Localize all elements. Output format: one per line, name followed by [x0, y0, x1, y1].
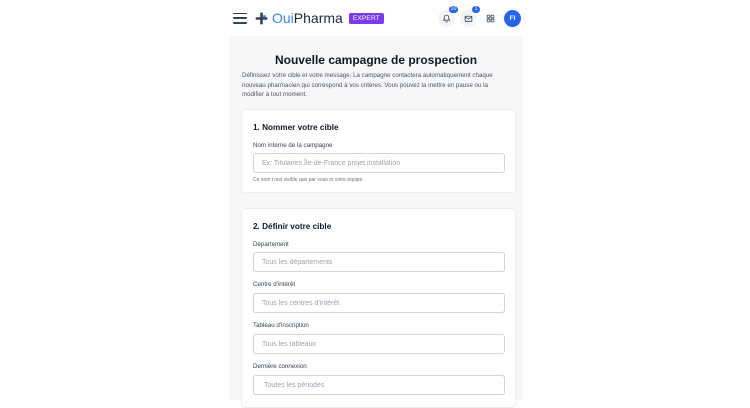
brand-name: OuiPharma — [272, 10, 343, 26]
departement-label: Département — [253, 241, 289, 248]
apps-button[interactable] — [482, 10, 499, 27]
departement-select[interactable]: Tous les départements — [253, 252, 505, 272]
messages-count: 1 — [472, 5, 480, 13]
page-description: Définissez votre cible et votre message.… — [242, 72, 493, 98]
section2-heading: 2. Définir votre cible — [253, 222, 332, 231]
menu-icon[interactable] — [233, 12, 247, 24]
campaign-name-input[interactable]: Ex: Titulaires Île-de-France projet inst… — [253, 153, 505, 173]
top-header: OuiPharma EXPERT 10 1 FI — [229, 0, 523, 36]
tableau-select[interactable]: Tous les tableaux — [253, 334, 505, 354]
campaign-name-hint: Ce nom n'est visible que par vous et vot… — [253, 177, 364, 183]
tableau-label: Tableau d'inscription — [253, 322, 309, 329]
pharmacy-cross-icon — [255, 12, 268, 24]
notifications-count: 10 — [448, 5, 458, 13]
interet-label: Centre d'intérêt — [253, 281, 296, 288]
messages-button[interactable]: 1 — [460, 5, 480, 27]
bell-icon — [442, 14, 451, 23]
expert-badge: EXPERT — [348, 12, 384, 24]
grid-icon — [486, 14, 495, 22]
connexion-select[interactable]: Toutes les périodes — [253, 375, 505, 395]
notifications-button[interactable]: 10 — [438, 5, 458, 27]
interet-select[interactable]: Tous les centres d'intérêt — [253, 293, 505, 313]
campaign-name-label: Nom interne de la campagne — [253, 142, 333, 149]
section-target-card: 2. Définir votre cible Département Tous … — [241, 208, 516, 408]
page-title: Nouvelle campagne de prospection — [274, 53, 478, 67]
avatar[interactable]: FI — [504, 9, 521, 27]
main-content: Nouvelle campagne de prospection Définis… — [229, 36, 523, 408]
brand-logo[interactable]: OuiPharma EXPERT — [255, 10, 384, 26]
section1-heading: 1. Nommer votre cible — [253, 123, 339, 132]
section-name-card: 1. Nommer votre cible Nom interne de la … — [241, 109, 516, 193]
mail-icon — [464, 15, 473, 22]
connexion-label: Dernière connexion — [253, 363, 307, 370]
